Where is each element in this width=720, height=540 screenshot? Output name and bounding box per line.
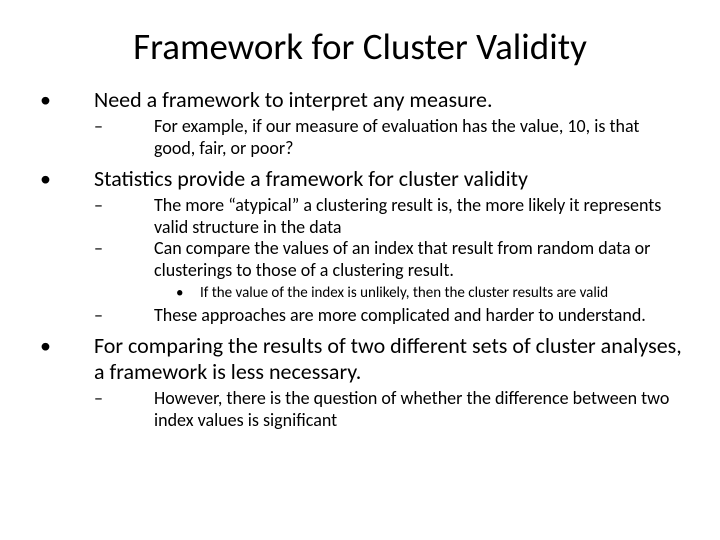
bullet-dash-icon: – <box>36 238 154 282</box>
body-text: These approaches are more complicated an… <box>154 305 684 327</box>
bullet-level1: • Need a framework to interpret any meas… <box>36 87 684 114</box>
bullet-dash-icon: – <box>36 195 154 239</box>
body-text: Need a framework to interpret any measur… <box>94 87 684 114</box>
bullet-dash-icon: – <box>36 116 154 160</box>
body-text: The more “atypical” a clustering result … <box>154 195 684 239</box>
bullet-dash-icon: – <box>36 305 154 327</box>
slide: Framework for Cluster Validity • Need a … <box>0 0 720 540</box>
bullet-level2: – The more “atypical” a clustering resul… <box>36 195 684 239</box>
body-text: Statistics provide a framework for clust… <box>94 166 684 193</box>
body-text: For comparing the results of two differe… <box>94 333 684 387</box>
bullet-level1: • For comparing the results of two diffe… <box>36 333 684 387</box>
body-text: However, there is the question of whethe… <box>154 388 684 432</box>
body-text: Can compare the values of an index that … <box>154 238 684 282</box>
body-text: If the value of the index is unlikely, t… <box>200 284 684 302</box>
bullet-level2: – For example, if our measure of evaluat… <box>36 116 684 160</box>
bullet-level1: • Statistics provide a framework for clu… <box>36 166 684 193</box>
bullet-level2: – However, there is the question of whet… <box>36 388 684 432</box>
slide-title: Framework for Cluster Validity <box>36 24 684 69</box>
bullet-level2: – Can compare the values of an index tha… <box>36 238 684 282</box>
bullet-dot-icon: • <box>36 87 94 114</box>
bullet-level2: – These approaches are more complicated … <box>36 305 684 327</box>
bullet-dot-icon: • <box>36 166 94 193</box>
bullet-dot-icon: • <box>36 284 200 302</box>
bullet-dot-icon: • <box>36 333 94 387</box>
bullet-level3: • If the value of the index is unlikely,… <box>36 284 684 302</box>
bullet-dash-icon: – <box>36 388 154 432</box>
body-text: For example, if our measure of evaluatio… <box>154 116 684 160</box>
